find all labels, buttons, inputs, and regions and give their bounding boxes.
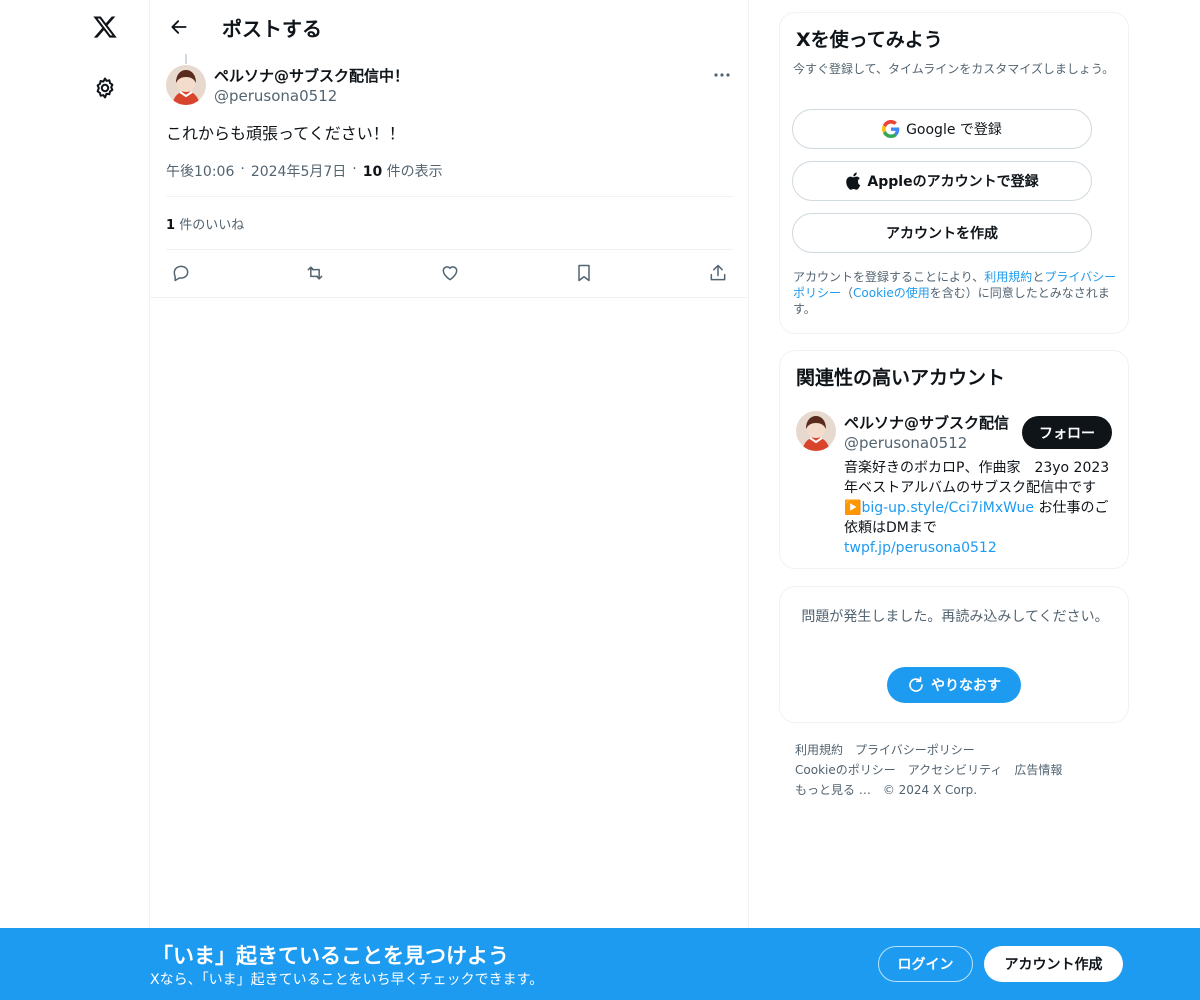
footer-link-ads[interactable]: 広告情報 bbox=[1014, 763, 1062, 777]
play-emoji-icon: ▶️ bbox=[844, 500, 862, 516]
post-text: これからも頑張ってください！！ bbox=[166, 124, 405, 143]
bottom-bar-title: 「いま」起きていることを見つけよう bbox=[152, 944, 509, 968]
page-header: ポストする bbox=[150, 0, 749, 54]
post: ペルソナ@サブスク配信中！ @perusona0512 これからも頑張ってくださ… bbox=[150, 54, 749, 298]
create-account-label: アカウントを作成 bbox=[886, 226, 998, 242]
gear-icon[interactable] bbox=[87, 70, 123, 106]
apple-signup-label: Appleのアカウントで登録 bbox=[867, 174, 1039, 190]
bio-link-bigup[interactable]: big-up.style/Cci7iMxWue bbox=[861, 500, 1034, 516]
terms-prefix: アカウントを登録することにより、 bbox=[793, 270, 985, 284]
refresh-icon bbox=[909, 676, 923, 692]
footer-link-terms[interactable]: 利用規約 bbox=[795, 743, 843, 757]
footer-link-accessibility[interactable]: アクセシビリティ bbox=[908, 763, 1003, 777]
page-title: ポストする bbox=[222, 17, 322, 41]
post-time[interactable]: 午後10:06 bbox=[166, 161, 234, 181]
views-count-wrap: 10 件の表示 bbox=[363, 161, 443, 181]
meta-separator: · bbox=[352, 161, 357, 177]
repost-icon[interactable] bbox=[300, 260, 330, 286]
author-name[interactable]: ペルソナ@サブスク配信中！ bbox=[214, 65, 409, 86]
related-title: 関連性の高いアカウント bbox=[796, 367, 1006, 389]
login-button[interactable]: ログイン bbox=[878, 946, 973, 982]
google-icon bbox=[882, 120, 900, 138]
signup-card: Xを使ってみよう 今すぐ登録して、タイムラインをカスタマイズしましょう。 Goo… bbox=[779, 12, 1129, 334]
post-date[interactable]: 2024年5月7日 bbox=[251, 161, 346, 181]
thread-line bbox=[185, 54, 187, 64]
related-bio: 音楽好きのボカロP、作曲家 23yo 2023年ベストアルバムのサブスク配信中で… bbox=[844, 458, 1114, 558]
apple-signup-button[interactable]: Appleのアカウントで登録 bbox=[792, 161, 1092, 201]
post-actions bbox=[166, 260, 733, 286]
retry-button[interactable]: やりなおす bbox=[887, 667, 1021, 703]
apple-icon bbox=[846, 172, 861, 190]
more-options-icon[interactable] bbox=[708, 64, 736, 86]
retry-label: やりなおす bbox=[931, 678, 1001, 694]
signup-title: Xを使ってみよう bbox=[796, 29, 943, 51]
create-account-button[interactable]: アカウントを作成 bbox=[792, 213, 1092, 253]
likes-count: 1 bbox=[166, 218, 176, 233]
main-column: ポストする ペルソナ@サブスク配信中！ @perusona0512 これからも頑… bbox=[150, 0, 749, 1000]
related-name[interactable]: ペルソナ@サブスク配信 bbox=[844, 412, 1009, 433]
divider bbox=[166, 249, 733, 250]
x-logo-icon[interactable] bbox=[88, 12, 122, 42]
footer-copyright: © 2024 X Corp. bbox=[882, 783, 978, 797]
like-heart-icon[interactable] bbox=[435, 260, 465, 286]
google-signup-label: Google で登録 bbox=[906, 122, 1002, 138]
footer-link-more[interactable]: もっと見る … bbox=[795, 783, 871, 797]
create-account-bottom-button[interactable]: アカウント作成 bbox=[984, 946, 1123, 982]
likes-link[interactable]: 1 件のいいね bbox=[166, 214, 244, 233]
divider bbox=[166, 196, 733, 197]
footer-links: 利用規約 プライバシーポリシー Cookieのポリシー アクセシビリティ 広告情報 も… bbox=[795, 740, 1125, 800]
bio-text: 音楽好きのボカロP、作曲家 23yo 2023年ベストアルバムのサブスク配信中で… bbox=[844, 460, 1110, 496]
footer-link-cookie[interactable]: Cookieのポリシー bbox=[795, 763, 896, 777]
views-count: 10 bbox=[362, 164, 383, 180]
terms-and: と bbox=[1032, 270, 1045, 284]
google-signup-button[interactable]: Google で登録 bbox=[792, 109, 1092, 149]
related-avatar[interactable] bbox=[796, 411, 836, 451]
signup-description: 今すぐ登録して、タイムラインをカスタマイズしましょう。 bbox=[793, 62, 1115, 76]
related-accounts-card: 関連性の高いアカウント ペルソナ@サブスク配信 @perusona0512 フォ… bbox=[779, 350, 1129, 569]
bookmark-icon[interactable] bbox=[569, 260, 599, 286]
author-avatar[interactable] bbox=[166, 65, 206, 105]
post-meta: 午後10:06 · 2024年5月7日 · 10 件の表示 bbox=[166, 161, 443, 181]
related-handle[interactable]: @perusona0512 bbox=[844, 434, 967, 452]
terms-link[interactable]: 利用規約 bbox=[984, 270, 1032, 284]
cookie-open: （ bbox=[841, 286, 854, 300]
bottom-signup-bar: 「いま」起きていることを見つけよう Xなら、「いま」起きていることをいち早くチェ… bbox=[0, 928, 1200, 1000]
error-message: 問題が発生しました。再読み込みしてください。 bbox=[801, 609, 1109, 625]
author-handle[interactable]: @perusona0512 bbox=[214, 87, 337, 105]
left-nav bbox=[0, 0, 150, 1000]
reply-icon[interactable] bbox=[166, 260, 196, 286]
footer-link-privacy[interactable]: プライバシーポリシー bbox=[855, 743, 975, 757]
follow-button[interactable]: フォロー bbox=[1022, 416, 1112, 449]
cookie-link[interactable]: Cookieの使用 bbox=[853, 286, 930, 300]
bio-link-twpf[interactable]: twpf.jp/perusona0512 bbox=[844, 540, 997, 556]
terms-text: アカウントを登録することにより、利用規約とプライバシーポリシー（Cookieの使… bbox=[793, 269, 1121, 317]
meta-separator: · bbox=[240, 161, 245, 177]
bottom-bar-subtitle: Xなら、「いま」起きていることをいち早くチェックできます。 bbox=[150, 972, 544, 988]
likes-label: 件のいいね bbox=[179, 218, 245, 233]
back-arrow-icon[interactable] bbox=[162, 10, 196, 44]
views-label: 件の表示 bbox=[386, 164, 443, 180]
error-card: 問題が発生しました。再読み込みしてください。 やりなおす bbox=[779, 586, 1129, 723]
share-icon[interactable] bbox=[703, 260, 733, 286]
